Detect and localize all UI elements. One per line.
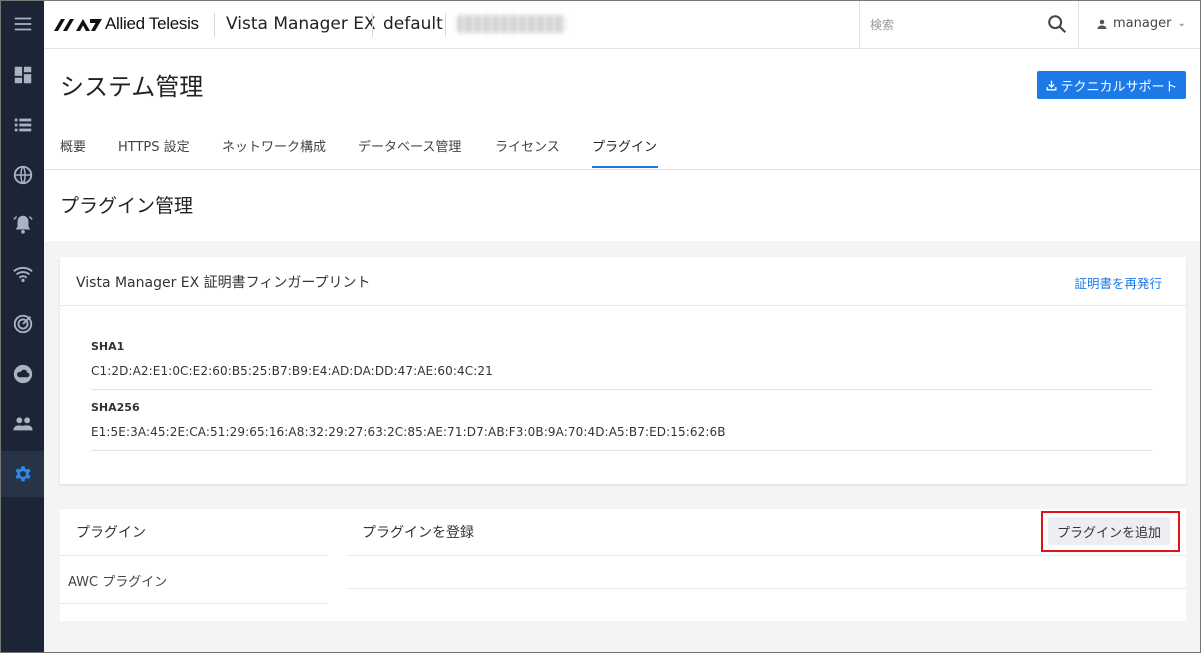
sha256-label: SHA256 — [91, 401, 140, 414]
sidebar-item-settings[interactable] — [1, 451, 44, 497]
header-divider — [214, 13, 215, 37]
search-input[interactable] — [870, 14, 1030, 36]
sidebar-item-alarms[interactable] — [1, 201, 44, 247]
sidebar — [1, 1, 44, 652]
gear-icon — [14, 466, 31, 482]
sidebar-item-list[interactable] — [1, 102, 44, 148]
sha1-value: C1:2D:A2:E1:0C:E2:60:B5:25:B7:B9:E4:AD:D… — [91, 364, 493, 378]
user-icon — [1097, 19, 1107, 29]
divider — [347, 588, 1186, 589]
sidebar-item-monitor[interactable] — [1, 301, 44, 347]
chevron-down-icon: ⌄ — [1177, 18, 1186, 29]
app-window: Allied Telesis Vista Manager EX default … — [0, 0, 1201, 653]
search-icon[interactable] — [1046, 13, 1068, 35]
divider — [347, 555, 1186, 556]
tab-network-config[interactable]: ネットワーク構成 — [222, 136, 326, 155]
globe-icon — [13, 165, 32, 185]
card-header: Vista Manager EX 証明書フィンガープリント 証明書を再発行 — [60, 257, 1186, 306]
list-icon — [14, 118, 31, 132]
sidebar-item-users[interactable] — [1, 401, 44, 447]
divider — [60, 603, 327, 604]
add-plugin-button[interactable]: プラグインを追加 — [1048, 517, 1170, 545]
sidebar-item-network[interactable] — [1, 152, 44, 198]
dashboard-icon — [14, 66, 31, 84]
header-divider — [445, 13, 446, 37]
wifi-icon — [12, 266, 33, 283]
plugins-card: プラグイン AWC プラグイン プラグインを登録 — [60, 509, 1186, 621]
workspace-name[interactable]: default — [383, 14, 443, 34]
app-name: Vista Manager EX — [226, 14, 376, 34]
divider — [91, 450, 1153, 451]
user-name: manager — [1113, 16, 1172, 31]
page-title: システム管理 — [60, 73, 204, 101]
technical-support-button[interactable]: テクニカルサポート — [1037, 71, 1186, 99]
plugin-list-title: プラグイン — [76, 525, 146, 541]
tab-overview[interactable]: 概要 — [60, 136, 86, 155]
active-tab-indicator — [592, 166, 658, 168]
certificate-fingerprint-card: Vista Manager EX 証明書フィンガープリント 証明書を再発行 SH… — [60, 257, 1186, 484]
user-menu[interactable]: manager ⌄ — [1096, 16, 1186, 31]
cloud-icon — [13, 364, 32, 384]
allied-telesis-logo-icon — [54, 19, 102, 31]
tab-plugins[interactable]: プラグイン — [592, 136, 657, 155]
fingerprint-card-title: Vista Manager EX 証明書フィンガープリント — [76, 275, 371, 291]
sha1-label: SHA1 — [91, 340, 125, 353]
tab-bar: 概要 HTTPS 設定 ネットワーク構成 データベース管理 ライセンス プラグイ… — [44, 121, 1200, 170]
sha256-value: E1:5E:3A:45:2E:CA:51:29:65:16:A8:32:29:2… — [91, 425, 726, 439]
technical-support-label: テクニカルサポート — [1060, 79, 1178, 95]
company-logo[interactable]: Allied Telesis — [54, 14, 199, 34]
tab-database[interactable]: データベース管理 — [358, 136, 461, 155]
sidebar-item-dashboard[interactable] — [1, 52, 44, 98]
people-icon — [12, 417, 33, 431]
top-header: Allied Telesis Vista Manager EX default … — [44, 1, 1200, 49]
header-divider — [372, 13, 373, 37]
download-icon — [1047, 80, 1057, 90]
search-box — [859, 1, 1079, 48]
redacted-ip-address — [457, 15, 565, 33]
tab-https-settings[interactable]: HTTPS 設定 — [118, 136, 190, 155]
register-plugin-title: プラグインを登録 — [362, 525, 474, 541]
sidebar-item-wireless[interactable] — [1, 251, 44, 297]
divider — [60, 555, 327, 556]
radar-icon — [13, 314, 32, 334]
divider — [91, 389, 1153, 390]
menu-icon — [14, 17, 31, 31]
logo-text: Allied Telesis — [105, 14, 199, 33]
plugin-list-item[interactable]: AWC プラグイン — [68, 571, 167, 590]
reissue-certificate-link[interactable]: 証明書を再発行 — [1074, 273, 1162, 292]
tab-license[interactable]: ライセンス — [495, 136, 560, 155]
menu-button[interactable] — [1, 1, 44, 47]
section-title: プラグイン管理 — [60, 195, 194, 217]
alarm-icon — [12, 215, 33, 234]
sidebar-item-cloud[interactable] — [1, 351, 44, 397]
